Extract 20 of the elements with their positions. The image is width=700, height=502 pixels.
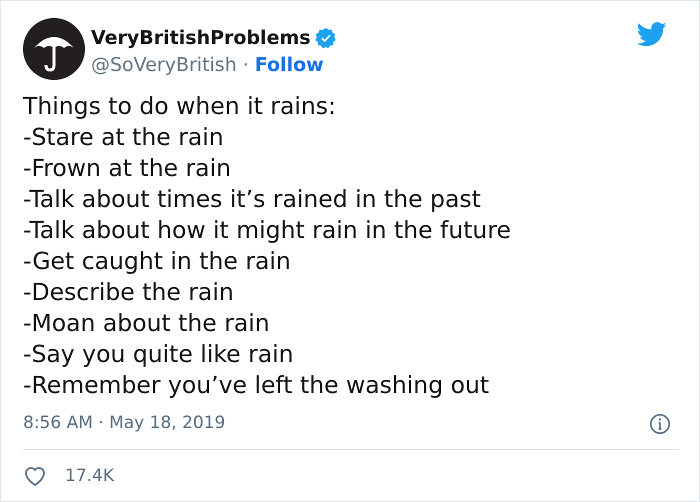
tweet-text-line: -Describe the rain (23, 277, 234, 308)
tweet-text-line: Things to do when it rains: (23, 91, 336, 122)
like-count: 17.4K (65, 464, 114, 488)
avatar-umbrella-icon[interactable] (23, 18, 85, 80)
separator-dot: · (242, 53, 249, 78)
tweet-text-line: -Talk about how it might rain in the future (23, 215, 511, 246)
tweet-text-line: -Say you quite like rain (23, 339, 294, 370)
bird-logo-icon[interactable] (637, 22, 667, 47)
tweet-timestamp[interactable]: 8:56 AM · May 18, 2019 (23, 411, 226, 436)
account-name[interactable]: VeryBritishProblems (91, 26, 311, 50)
tweet-text-line: -Stare at the rain (23, 122, 224, 153)
heart-icon[interactable] (23, 465, 47, 488)
tweet-text-line: -Remember you’ve left the washing out (23, 370, 490, 401)
tweet-text-line: -Get caught in the rain (23, 246, 291, 277)
tweet-text-line: -Moan about the rain (23, 308, 270, 339)
follow-link[interactable]: Follow (254, 52, 324, 78)
info-icon[interactable] (649, 412, 671, 435)
tweet-text-line: -Talk about times it’s rained in the past (23, 184, 481, 215)
tweet-text-line: -Frown at the rain (23, 153, 232, 184)
account-handle[interactable]: @SoVeryBritish (91, 52, 237, 78)
